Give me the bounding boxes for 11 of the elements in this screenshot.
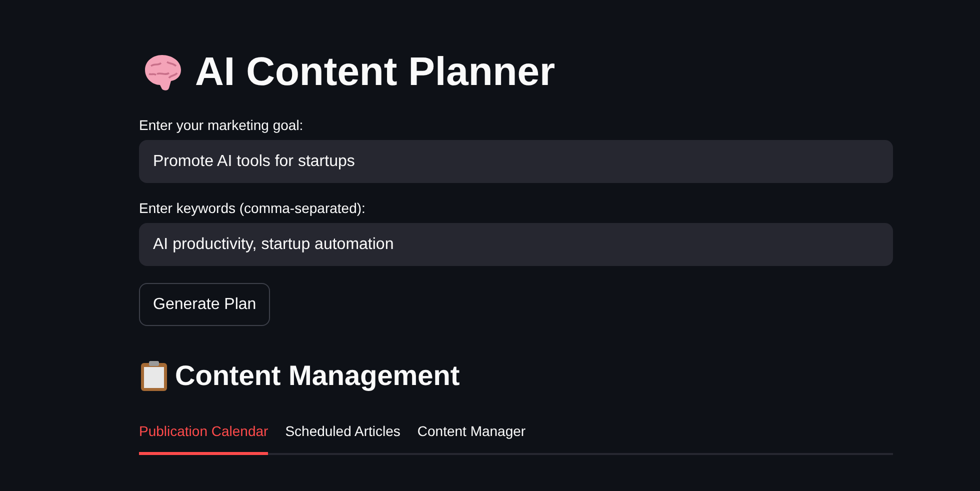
field-label: Enter your marketing goal: bbox=[139, 116, 304, 134]
text-field[interactable]: Promote AI tools for startups bbox=[139, 140, 893, 183]
clipboard-icon bbox=[139, 360, 169, 392]
tab[interactable]: Scheduled Articles bbox=[285, 421, 400, 455]
text-field[interactable]: AI productivity, startup automation bbox=[139, 223, 893, 266]
section-title: Content Management bbox=[175, 362, 460, 390]
field-label: Enter keywords (comma-separated): bbox=[139, 199, 366, 217]
generate-button[interactable]: Generate Plan bbox=[139, 283, 270, 326]
tab[interactable]: Publication Calendar bbox=[139, 421, 268, 455]
tab[interactable]: Content Manager bbox=[417, 421, 526, 455]
page-title: AI Content Planner bbox=[195, 52, 556, 92]
